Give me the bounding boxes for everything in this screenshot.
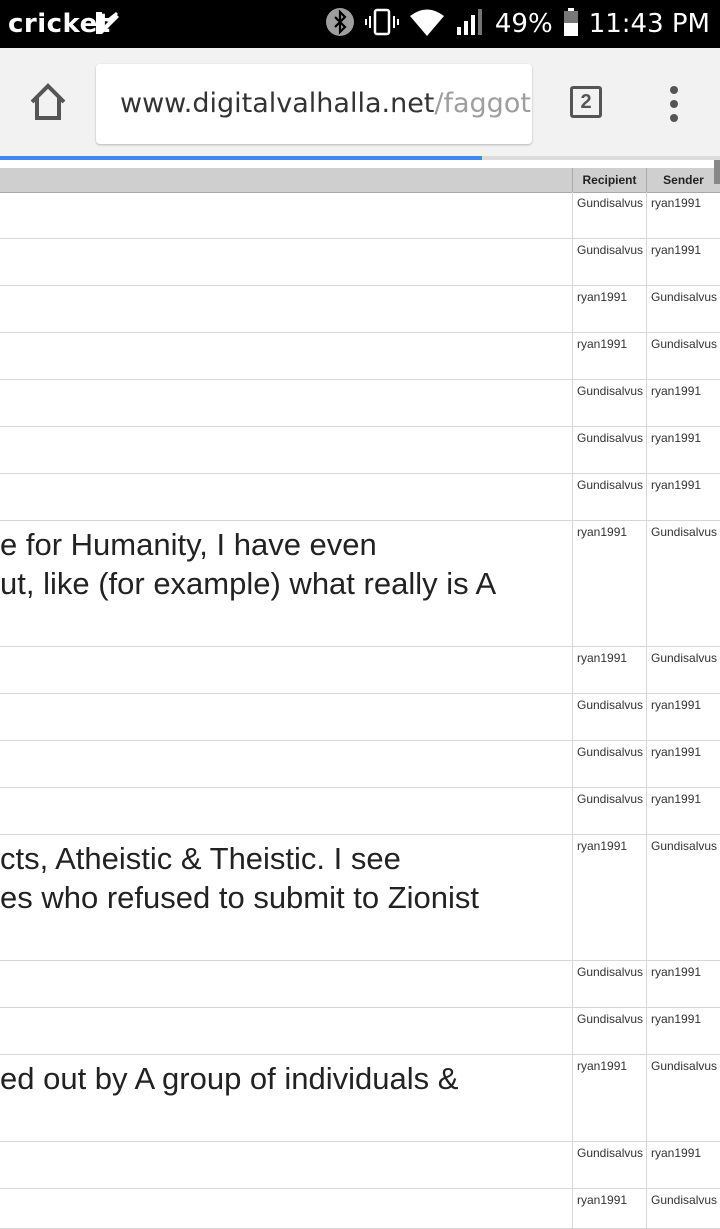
sender-cell: Gundisalvus	[646, 521, 720, 646]
overflow-menu-button[interactable]	[664, 86, 684, 122]
sender-cell: ryan1991	[646, 427, 720, 473]
url-path: /faggot	[434, 88, 531, 119]
home-icon	[30, 83, 66, 120]
sender-cell: ryan1991	[646, 1008, 720, 1054]
sender-cell: ryan1991	[646, 380, 720, 426]
sender-cell: ryan1991	[646, 1142, 720, 1188]
table-row: Gundisalvus ryan1991	[0, 380, 720, 427]
page-load-progress	[0, 156, 720, 160]
table-row: ryan1991 Gundisalvus	[0, 333, 720, 380]
message-text: cts, Atheistic & Theistic. I see es who r…	[0, 839, 570, 917]
recipient-cell: ryan1991	[572, 521, 646, 646]
table-row: Gundisalvus ryan1991	[0, 474, 720, 521]
sender-cell: Gundisalvus	[646, 1055, 720, 1141]
table-row: ryan1991 Gundisalvus	[0, 1189, 720, 1229]
message-line: cts, Atheistic & Theistic. I see	[0, 841, 401, 876]
table-row: Gundisalvus ryan1991	[0, 741, 720, 788]
message-line: ut, like (for example) what really is A	[0, 566, 497, 601]
recipient-cell: Gundisalvus	[572, 1008, 646, 1054]
message-text: ed out by A group of individuals &	[0, 1059, 570, 1098]
table-row: ryan1991 Gundisalvus	[0, 286, 720, 333]
sender-cell: ryan1991	[646, 694, 720, 740]
carrier-check-icon	[92, 8, 122, 43]
column-header-recipient[interactable]: Recipient	[572, 168, 646, 192]
url-text: www.digitalvalhalla.net/faggot	[120, 88, 531, 119]
sender-cell: ryan1991	[646, 961, 720, 1007]
progress-fill	[0, 156, 483, 160]
recipient-cell: Gundisalvus	[572, 961, 646, 1007]
column-header-sender[interactable]: Sender	[646, 168, 720, 192]
table-row: ed out by A group of individuals & ryan19…	[0, 1055, 720, 1142]
sender-cell: Gundisalvus	[646, 835, 720, 960]
battery-percent: 49%	[494, 9, 553, 39]
table-row: Gundisalvus ryan1991	[0, 1008, 720, 1055]
battery-icon	[563, 7, 579, 42]
wifi-icon	[409, 7, 445, 42]
sender-cell: ryan1991	[646, 741, 720, 787]
recipient-cell: ryan1991	[572, 286, 646, 332]
message-line: e for Humanity, I have even	[0, 527, 377, 562]
sender-cell: ryan1991	[646, 192, 720, 238]
recipient-cell: ryan1991	[572, 333, 646, 379]
message-text: e for Humanity, I have even ut, like (for…	[0, 525, 570, 603]
more-vert-icon	[670, 86, 678, 122]
message-line: ed out by A group of individuals &	[0, 1061, 459, 1096]
sender-cell: Gundisalvus	[646, 286, 720, 332]
table-row: Gundisalvus ryan1991	[0, 1142, 720, 1189]
browser-toolbar: www.digitalvalhalla.net/faggot 2	[0, 48, 720, 156]
recipient-cell: ryan1991	[572, 1189, 646, 1228]
recipient-cell: ryan1991	[572, 835, 646, 960]
sender-cell: Gundisalvus	[646, 1189, 720, 1228]
clock: 11:43 PM	[588, 9, 710, 39]
table-row: e for Humanity, I have even ut, like (for…	[0, 521, 720, 647]
status-bar: cricket 49% 11:43 PM	[0, 0, 720, 48]
sender-cell: ryan1991	[646, 788, 720, 834]
table-row: Gundisalvus ryan1991	[0, 239, 720, 286]
sender-cell: Gundisalvus	[646, 647, 720, 693]
scrollbar[interactable]	[714, 160, 720, 184]
recipient-cell: Gundisalvus	[572, 239, 646, 285]
messages-table: Recipient Sender Gundisalvus ryan1991 Gund…	[0, 168, 720, 1229]
recipient-cell: Gundisalvus	[572, 788, 646, 834]
recipient-cell: Gundisalvus	[572, 380, 646, 426]
home-button[interactable]	[26, 80, 70, 124]
recipient-cell: Gundisalvus	[572, 427, 646, 473]
table-row: Gundisalvus ryan1991	[0, 788, 720, 835]
recipient-cell: Gundisalvus	[572, 192, 646, 238]
table-row: Gundisalvus ryan1991	[0, 961, 720, 1008]
sender-cell: ryan1991	[646, 474, 720, 520]
vibrate-icon	[364, 7, 399, 42]
sender-cell: Gundisalvus	[646, 333, 720, 379]
table-row: Gundisalvus ryan1991	[0, 694, 720, 741]
url-bar[interactable]: www.digitalvalhalla.net/faggot	[96, 64, 532, 144]
recipient-cell: Gundisalvus	[572, 741, 646, 787]
recipient-cell: Gundisalvus	[572, 474, 646, 520]
recipient-cell: Gundisalvus	[572, 694, 646, 740]
table-row: Gundisalvus ryan1991	[0, 192, 720, 239]
table-row: Gundisalvus ryan1991	[0, 427, 720, 474]
table-header: Recipient Sender	[0, 168, 720, 193]
sender-cell: ryan1991	[646, 239, 720, 285]
url-host: www.digitalvalhalla.net	[120, 88, 435, 119]
bluetooth-icon	[325, 7, 355, 42]
signal-icon	[455, 7, 485, 42]
table-row: cts, Atheistic & Theistic. I see es who r…	[0, 835, 720, 961]
tab-switcher-button[interactable]: 2	[570, 86, 602, 118]
message-line: es who refused to submit to Zionist	[0, 880, 480, 915]
recipient-cell: Gundisalvus	[572, 1142, 646, 1188]
recipient-cell: ryan1991	[572, 1055, 646, 1141]
table-row: ryan1991 Gundisalvus	[0, 647, 720, 694]
recipient-cell: ryan1991	[572, 647, 646, 693]
